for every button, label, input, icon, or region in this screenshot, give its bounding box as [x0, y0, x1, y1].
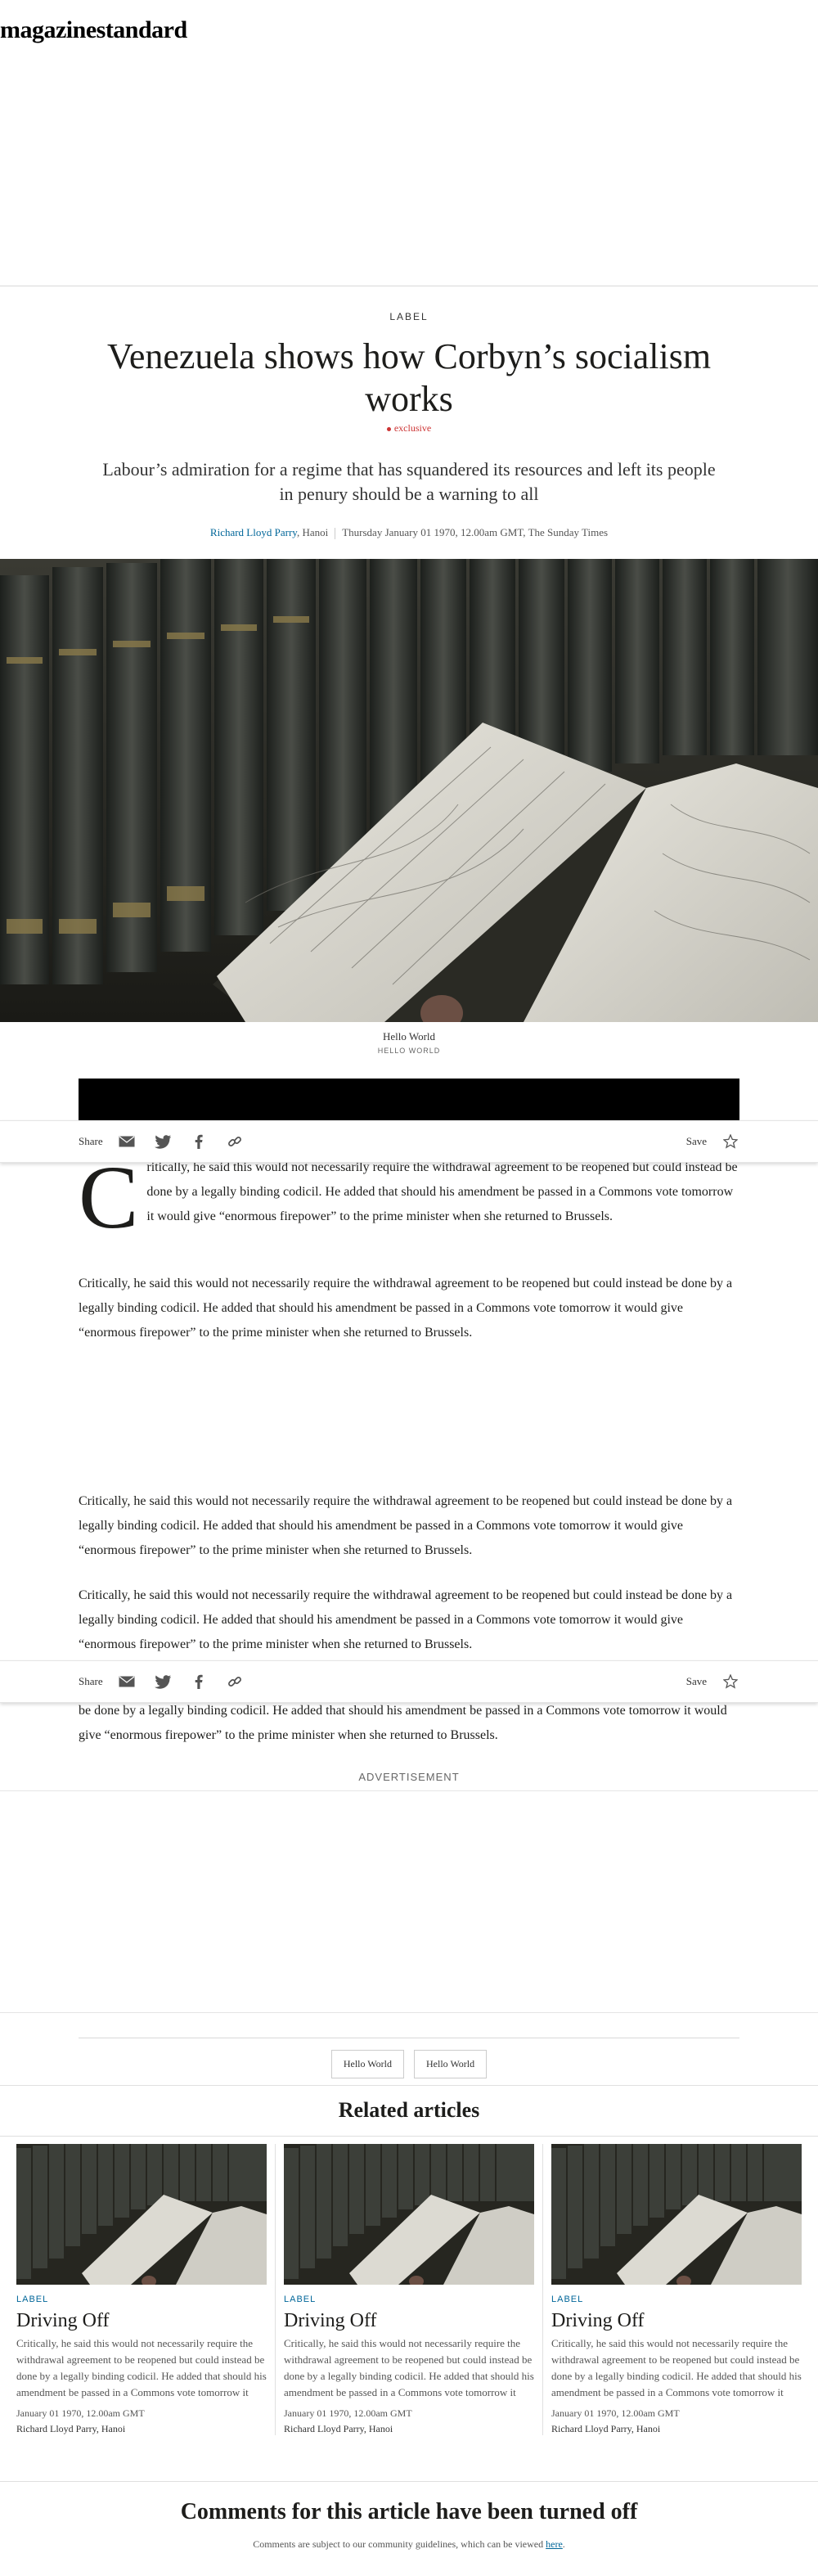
caption-text: Hello World [382, 1030, 436, 1043]
hero-image [0, 559, 818, 1023]
topic-tags: Hello World Hello World [0, 2050, 818, 2078]
article-body-tail: be done by a legally binding codicil. He… [79, 1699, 739, 1748]
share-bar-top: Share Save [0, 1120, 818, 1163]
author-link[interactable]: Richard Lloyd Parry [210, 526, 297, 538]
card-label[interactable]: LABEL [551, 2295, 802, 2304]
card-date: January 01 1970, 12.00am GMT [551, 2407, 680, 2419]
advert-slot [0, 1790, 818, 2013]
card-title[interactable]: Driving Off [551, 2309, 802, 2332]
card-label[interactable]: LABEL [284, 2295, 534, 2304]
article-dateline: Thursday January 01 1970, 12.00am GMT, T… [342, 526, 609, 538]
card-books-image [551, 2144, 802, 2285]
topic-tag[interactable]: Hello World [330, 2050, 404, 2078]
share-bar-sticky: Share Save [0, 1660, 818, 1703]
star-icon[interactable] [721, 1133, 739, 1151]
card-date: January 01 1970, 12.00am GMT [16, 2407, 145, 2419]
card-author: Richard Lloyd Parry, Hanoi [551, 2423, 661, 2434]
share-label: Share [79, 1675, 103, 1687]
drop-cap: C [79, 1147, 139, 1247]
twitter-icon[interactable] [154, 1673, 172, 1691]
card-summary: Critically, he said this would not neces… [284, 2337, 534, 2398]
flag-dot-icon [386, 426, 391, 431]
card-title[interactable]: Driving Off [284, 2309, 534, 2332]
email-icon[interactable] [118, 1673, 136, 1691]
card-thumbnail[interactable] [284, 2144, 534, 2285]
card-author: Richard Lloyd Parry, Hanoi [284, 2423, 393, 2434]
caption-credit: HELLO WORLD [377, 1047, 441, 1056]
author-location: , Hanoi [296, 526, 329, 538]
article-body-p3: Critically, he said this would not neces… [79, 1489, 739, 1563]
related-cards: LABEL Driving Off Critically, he said th… [8, 2144, 810, 2435]
card-summary: Critically, he said this would not neces… [551, 2337, 802, 2398]
related-divider-top [0, 2085, 818, 2086]
article-body-intro: Critically, he said this would not neces… [79, 1152, 739, 1242]
top-ad-slot [0, 65, 818, 286]
card-date: January 01 1970, 12.00am GMT [284, 2407, 412, 2419]
card-thumbnail[interactable] [551, 2144, 802, 2285]
article-label[interactable]: LABEL [0, 311, 818, 322]
article-paragraph: Critically, he said this would not neces… [79, 1494, 733, 1557]
byline: Richard Lloyd Parry, Hanoi Thursday Janua… [0, 526, 818, 540]
article-body-p2: Critically, he said this would not neces… [79, 1272, 739, 1345]
related-heading: Related articles [338, 2098, 480, 2122]
card-books-image [16, 2144, 267, 2285]
email-icon[interactable] [118, 1133, 136, 1151]
article-standfirst: Labour’s admiration for a regime that ha… [102, 459, 716, 504]
article-paragraph: be done by a legally binding codicil. He… [79, 1704, 727, 1742]
article-paragraph: Critically, he said this would not neces… [79, 1588, 733, 1651]
card-title[interactable]: Driving Off [16, 2309, 267, 2332]
card-author: Richard Lloyd Parry, Hanoi [16, 2423, 126, 2434]
media-placeholder-bar [79, 1079, 739, 1126]
link-icon[interactable] [226, 1133, 244, 1151]
comments-note-end: . [562, 2538, 565, 2550]
comments-note: Comments are subject to our community gu… [0, 2538, 818, 2551]
masthead: magazinestandard [0, 0, 818, 65]
article-body-p4: Critically, he said this would not neces… [79, 1583, 739, 1657]
save-label[interactable]: Save [686, 1675, 707, 1688]
image-caption: Hello World HELLO WORLD [0, 1030, 818, 1055]
comments-title: Comments for this article have been turn… [180, 2499, 638, 2524]
star-icon[interactable] [721, 1673, 739, 1691]
link-icon[interactable] [226, 1673, 244, 1691]
share-label: Share [79, 1135, 103, 1147]
facebook-icon[interactable] [190, 1133, 208, 1151]
exclusive-label: exclusive [393, 422, 432, 434]
twitter-icon[interactable] [154, 1133, 172, 1151]
comments-divider [0, 2481, 818, 2482]
site-logo[interactable]: magazinestandard [0, 16, 818, 44]
article-paragraph: Critically, he said this would not neces… [79, 1152, 739, 1242]
related-card[interactable]: LABEL Driving Off Critically, he said th… [542, 2144, 810, 2435]
save-label[interactable]: Save [686, 1135, 707, 1148]
card-books-image [284, 2144, 534, 2285]
article-headline: Venezuela shows how Corbyn’s socialism w… [106, 336, 712, 419]
card-thumbnail[interactable] [16, 2144, 267, 2285]
paragraph-text: ritically, he said this would not necess… [146, 1160, 738, 1223]
card-summary: Critically, he said this would not neces… [16, 2337, 267, 2398]
related-card[interactable]: LABEL Driving Off Critically, he said th… [8, 2144, 275, 2435]
facebook-icon[interactable] [190, 1673, 208, 1691]
hero-books-map-image [0, 559, 818, 1023]
article-paragraph: Critically, he said this would not neces… [79, 1277, 733, 1340]
topic-tag[interactable]: Hello World [414, 2050, 488, 2078]
guidelines-link[interactable]: here [546, 2538, 563, 2550]
comments-note-text: Comments are subject to our community gu… [253, 2538, 546, 2550]
card-label[interactable]: LABEL [16, 2295, 267, 2304]
exclusive-flag: exclusive [0, 422, 818, 435]
advert-label: ADVERTISEMENT [358, 1771, 460, 1783]
related-card[interactable]: LABEL Driving Off Critically, he said th… [275, 2144, 542, 2435]
related-divider-bottom [0, 2136, 818, 2137]
article-header: LABEL Venezuela shows how Corbyn’s socia… [0, 286, 818, 540]
